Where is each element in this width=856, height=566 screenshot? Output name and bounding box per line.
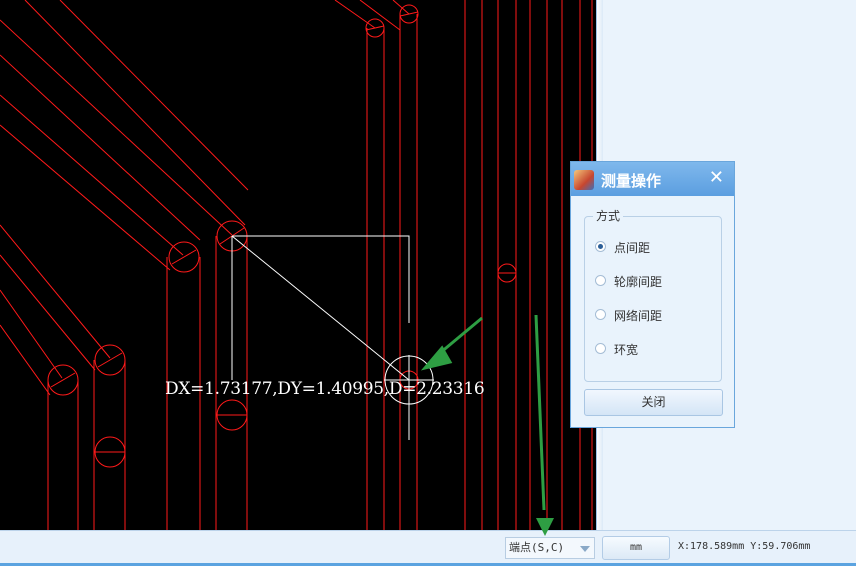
measurement-readout: DX=1.73177,DY=1.40995,D=2.23316 xyxy=(165,379,485,399)
snap-mode-value: 端点(S,C) xyxy=(509,541,565,554)
dialog-title: 测量操作 xyxy=(601,172,662,190)
option-label: 网络间距 xyxy=(614,309,663,323)
pad-mark xyxy=(97,352,123,368)
radio-icon[interactable] xyxy=(595,343,606,354)
snap-mode-select[interactable]: 端点(S,C) xyxy=(505,537,595,559)
close-button[interactable]: 关闭 xyxy=(584,389,723,416)
trace-line xyxy=(24,0,246,226)
chevron-down-icon xyxy=(580,546,590,552)
method-group-label: 方式 xyxy=(593,207,624,224)
pad-mark xyxy=(365,25,385,31)
pad-mark xyxy=(50,372,76,388)
annotation-arrow xyxy=(534,314,546,511)
option-label: 轮廓间距 xyxy=(614,275,663,289)
method-group xyxy=(584,216,722,382)
trace-line xyxy=(0,324,51,396)
pad-mark xyxy=(171,249,197,265)
close-icon[interactable]: ✕ xyxy=(709,168,724,188)
trace-line xyxy=(0,254,96,371)
trace-line xyxy=(0,19,233,236)
trace-line xyxy=(334,0,376,29)
measure-diagonal xyxy=(231,235,410,381)
annotation-arrowhead xyxy=(420,345,453,371)
trace-line xyxy=(59,0,249,191)
trace-line xyxy=(0,94,184,256)
radio-icon[interactable] xyxy=(595,309,606,320)
unit-button[interactable]: mm xyxy=(602,536,670,560)
trace-line xyxy=(0,54,201,241)
pcb-drawing xyxy=(0,0,593,530)
option-label: 环宽 xyxy=(614,343,639,357)
radio-icon[interactable] xyxy=(595,275,606,286)
coordinate-readout: X:178.589mm Y:59.706mm xyxy=(678,541,811,552)
measure-dialog: 测量操作 ✕ 方式 点间距 轮廓间距 网络间距 环宽 关闭 xyxy=(570,161,735,428)
trace-line xyxy=(0,124,171,271)
option-label: 点间距 xyxy=(614,241,651,255)
dialog-titlebar[interactable]: 测量操作 ✕ xyxy=(571,162,734,196)
radio-selected-icon[interactable] xyxy=(595,241,606,252)
trace-line xyxy=(392,0,410,15)
trace-line xyxy=(0,224,111,359)
status-bar: 端点(S,C) mm X:178.589mm Y:59.706mm xyxy=(0,530,856,566)
app-icon xyxy=(574,170,594,190)
trace-line xyxy=(0,289,63,379)
pcb-canvas[interactable]: DX=1.73177,DY=1.40995,D=2.23316 xyxy=(0,0,596,530)
measure-bracket xyxy=(232,235,410,323)
pad-mark xyxy=(399,11,419,17)
